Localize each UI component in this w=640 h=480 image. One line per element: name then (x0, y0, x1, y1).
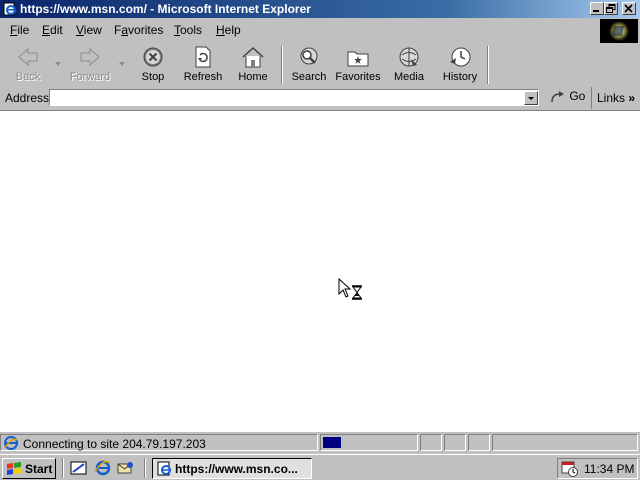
favorites-button[interactable]: Favorites (335, 44, 381, 86)
menu-file[interactable]: File (10, 23, 29, 37)
ie-loading-icon (4, 436, 18, 450)
refresh-icon (195, 46, 211, 68)
back-dropdown-icon[interactable] (55, 62, 61, 66)
restore-button[interactable] (604, 2, 618, 15)
search-icon (300, 47, 318, 65)
page-content[interactable] (0, 110, 640, 432)
menu-bar: File Edit View Favorites Tools Help (0, 19, 596, 41)
close-icon (624, 4, 633, 13)
minimize-button[interactable] (590, 2, 604, 15)
window-title: https://www.msn.com/ - Microsoft Interne… (20, 2, 311, 16)
outlook-express-icon[interactable] (117, 460, 134, 476)
status-pane-2 (444, 434, 466, 451)
address-input[interactable] (49, 89, 539, 106)
menu-edit[interactable]: Edit (42, 23, 63, 37)
favorites-folder-icon (347, 51, 369, 67)
status-pane-3 (468, 434, 490, 451)
chevron-down-icon (528, 97, 534, 100)
zone-pane (492, 434, 638, 451)
forward-button[interactable]: Forward (66, 44, 114, 86)
history-button[interactable]: History (438, 44, 482, 86)
menu-tools[interactable]: Tools (174, 23, 202, 37)
media-button[interactable]: Media (388, 44, 430, 86)
chevron-right-icon: » (628, 91, 636, 105)
go-button[interactable]: Go (550, 89, 585, 107)
media-icon (399, 47, 419, 67)
links-button[interactable]: Links » (591, 87, 640, 109)
taskbar: Start https://www.msn.co... 11:34 PM (0, 454, 640, 480)
restore-icon (606, 4, 616, 13)
taskbar-button-ie[interactable]: https://www.msn.co... (152, 458, 312, 479)
windows-logo-icon (600, 19, 638, 43)
windows-flag-icon (7, 462, 21, 475)
search-button[interactable]: Search (288, 44, 330, 86)
minimize-icon (593, 10, 599, 12)
busy-cursor-icon (338, 278, 362, 300)
stop-button[interactable]: Stop (132, 44, 174, 86)
progress-fill (323, 437, 341, 448)
close-button[interactable] (622, 2, 636, 15)
home-button[interactable]: Home (233, 44, 273, 86)
status-text-pane: Connecting to site 204.79.197.203 (0, 434, 318, 451)
address-label: Address (5, 91, 50, 105)
windows-logo-throbber (600, 19, 638, 43)
go-label: Go (569, 89, 586, 103)
standard-toolbar: Back Forward Stop Refresh Home Search Fa… (0, 44, 640, 86)
address-bar: Address Go Links » (0, 87, 640, 109)
clock[interactable]: 11:34 PM (584, 462, 634, 476)
back-arrow-icon (18, 47, 38, 67)
start-button[interactable]: Start (2, 458, 56, 479)
address-dropdown-button[interactable] (524, 91, 538, 105)
links-label: Links (597, 91, 626, 105)
menu-view[interactable]: View (76, 23, 102, 37)
ie-icon[interactable] (94, 460, 111, 476)
menu-favorites[interactable]: Favorites (114, 23, 163, 37)
go-arrow-icon (551, 90, 564, 102)
home-icon (242, 46, 264, 68)
refresh-button[interactable]: Refresh (180, 44, 226, 86)
forward-dropdown-icon[interactable] (119, 62, 125, 66)
ie-page-icon (3, 2, 16, 16)
scheduler-icon[interactable] (561, 461, 579, 477)
status-bar: Connecting to site 204.79.197.203 (0, 433, 640, 453)
title-bar[interactable]: https://www.msn.com/ - Microsoft Interne… (0, 0, 640, 18)
forward-arrow-icon (80, 47, 100, 67)
progress-bar (320, 434, 418, 451)
system-tray: 11:34 PM (557, 458, 638, 479)
status-text: Connecting to site 204.79.197.203 (23, 437, 206, 451)
taskbar-button-label: https://www.msn.co... (175, 462, 298, 476)
history-icon (450, 47, 471, 67)
menu-help[interactable]: Help (216, 23, 241, 37)
start-label: Start (25, 462, 53, 476)
show-desktop-icon[interactable] (70, 460, 87, 476)
status-pane-1 (420, 434, 442, 451)
stop-icon (143, 47, 163, 67)
back-button[interactable]: Back (8, 44, 48, 86)
ie-page-icon (157, 461, 171, 476)
